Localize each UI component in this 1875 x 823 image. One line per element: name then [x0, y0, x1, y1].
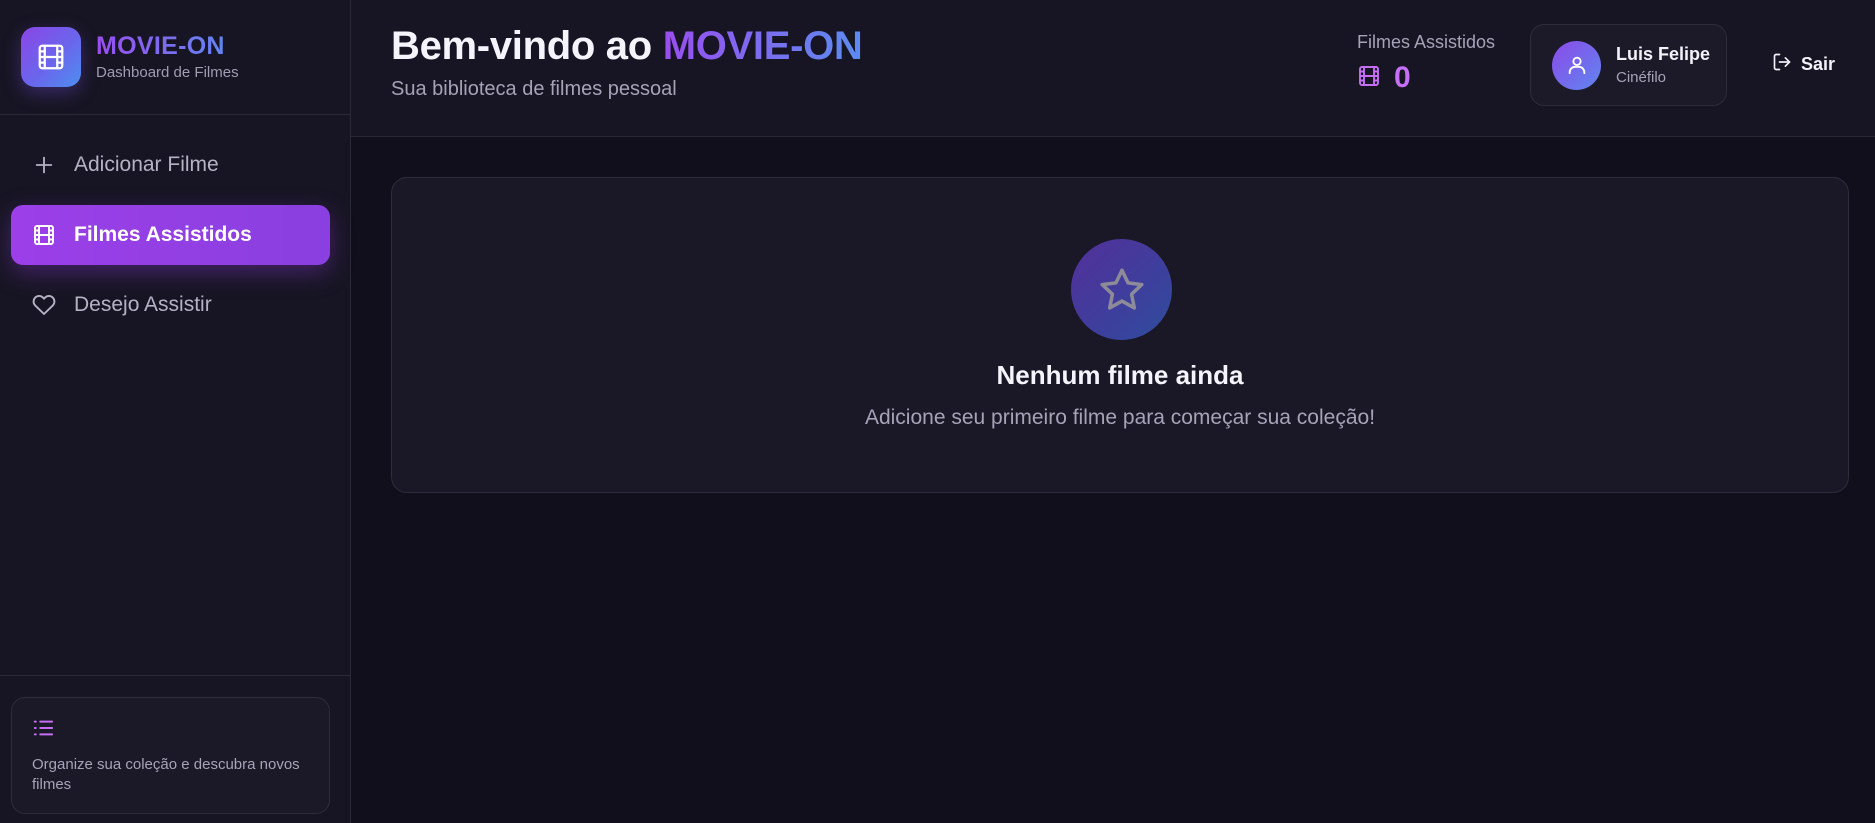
welcome-brand: MOVIE-ON	[662, 24, 863, 68]
user-card[interactable]: Luis Felipe Cinéfilo	[1530, 24, 1727, 106]
sidebar-item-add-movie[interactable]: Adicionar Filme	[11, 135, 330, 195]
watched-count-stat: Filmes Assistidos 0	[1357, 32, 1495, 93]
film-icon	[38, 44, 64, 70]
logout-button[interactable]: Sair	[1772, 52, 1835, 77]
heart-icon	[31, 292, 57, 318]
user-meta: Luis Felipe Cinéfilo	[1616, 44, 1710, 86]
page-title: Bem-vindo ao MOVIE-ON	[391, 24, 863, 69]
sidebar-nav: Adicionar Filme Filmes Assistidos Desejo…	[0, 115, 350, 316]
page-subtitle: Sua biblioteca de filmes pessoal	[391, 78, 677, 100]
header: Bem-vindo ao MOVIE-ON Sua biblioteca de …	[351, 0, 1875, 137]
logout-label: Sair	[1801, 54, 1836, 74]
empty-state-title: Nenhum filme ainda	[996, 360, 1244, 390]
brand: MOVIE-ON Dashboard de Filmes	[0, 0, 350, 115]
stat-value: 0	[1394, 61, 1411, 94]
user-icon	[1568, 56, 1585, 75]
empty-state-card: Nenhum filme ainda Adicione seu primeiro…	[391, 177, 1849, 493]
sidebar-item-wishlist[interactable]: Desejo Assistir	[11, 275, 330, 335]
avatar	[1552, 40, 1601, 90]
sidebar-item-label: Desejo Assistir	[74, 293, 212, 316]
film-icon	[1357, 64, 1381, 93]
brand-title: MOVIE-ON	[96, 33, 239, 61]
plus-icon	[31, 152, 57, 178]
divider	[0, 675, 350, 676]
logout-icon	[1772, 52, 1792, 77]
list-icon	[32, 720, 54, 742]
empty-state-message: Adicione seu primeiro filme para começar…	[864, 406, 1376, 429]
sidebar-item-label: Adicionar Filme	[74, 153, 219, 176]
tip-card: Organize sua coleção e descubra novos fi…	[11, 697, 330, 814]
brand-logo[interactable]	[21, 27, 81, 87]
stat-label: Filmes Assistidos	[1357, 32, 1496, 52]
sidebar-item-label: Filmes Assistidos	[74, 223, 252, 246]
star-icon	[1099, 267, 1144, 310]
brand-text: MOVIE-ON Dashboard de Filmes	[96, 33, 239, 81]
film-icon	[31, 222, 57, 248]
sidebar: MOVIE-ON Dashboard de Filmes Adicionar F…	[0, 0, 351, 823]
user-role: Cinéfilo	[1616, 69, 1667, 86]
sidebar-item-watched-movies[interactable]: Filmes Assistidos	[11, 205, 330, 265]
brand-subtitle: Dashboard de Filmes	[96, 63, 239, 81]
tip-text: Organize sua coleção e descubra novos fi…	[32, 756, 300, 793]
empty-state-icon-circle	[1071, 239, 1172, 340]
welcome-prefix: Bem-vindo ao	[391, 24, 663, 68]
stat-row: 0	[1357, 63, 1495, 93]
user-name: Luis Felipe	[1616, 44, 1711, 64]
